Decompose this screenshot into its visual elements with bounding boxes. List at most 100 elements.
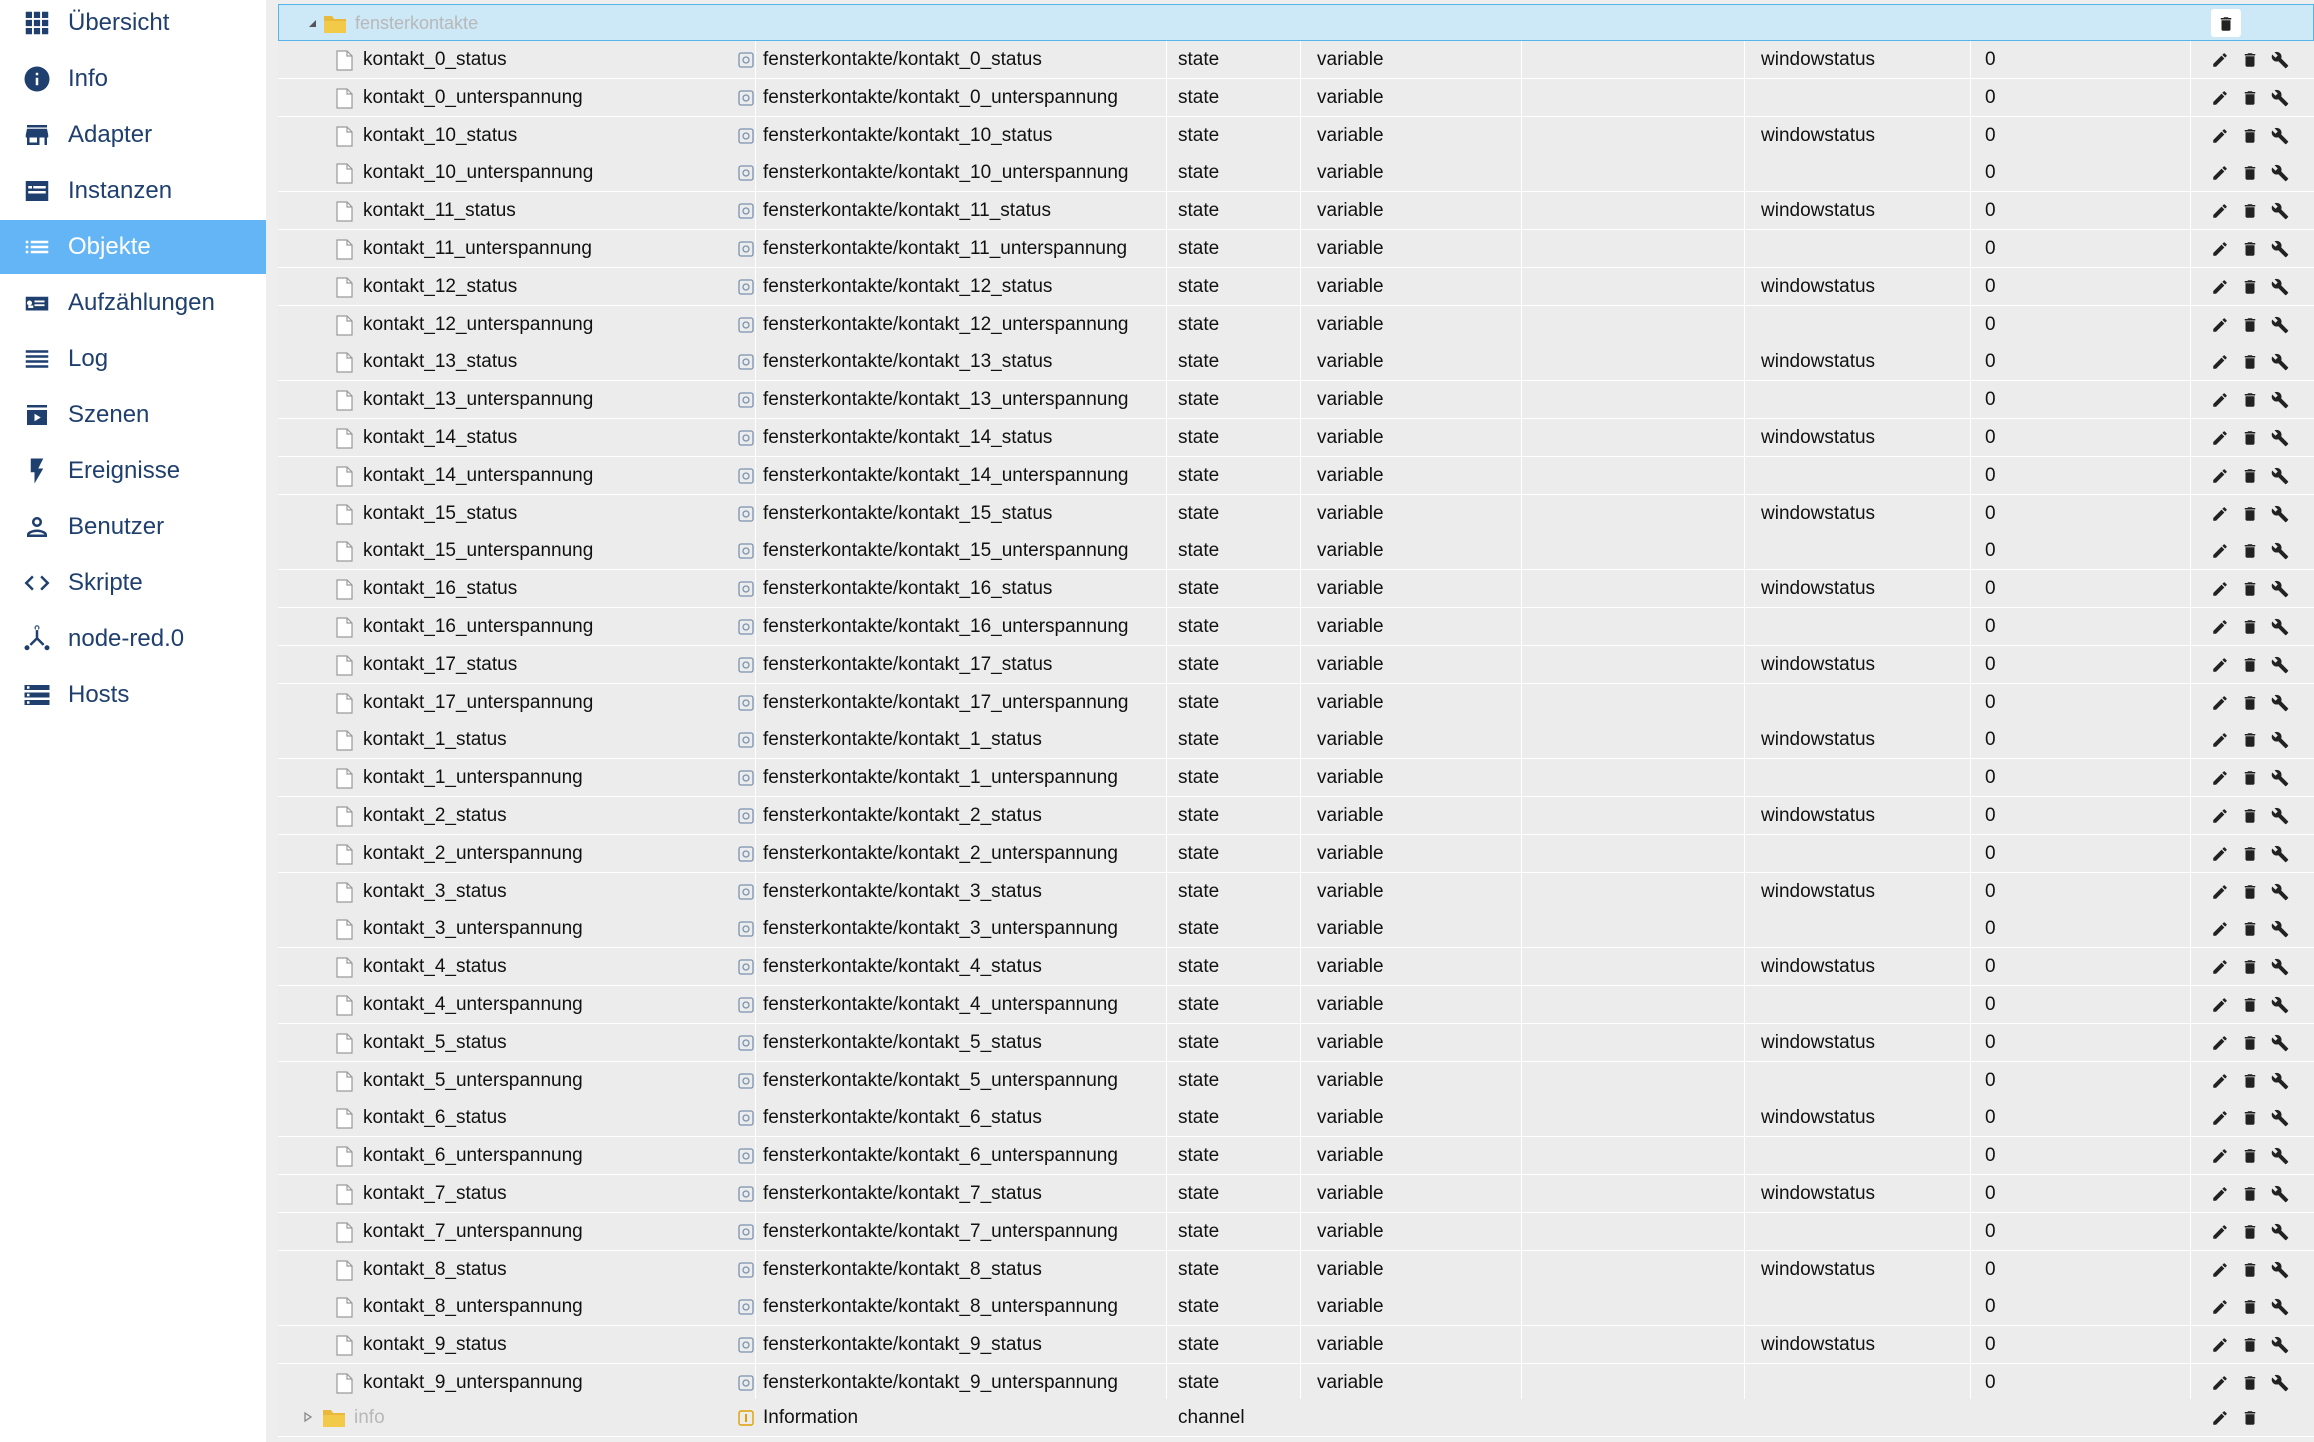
wrench-icon[interactable] <box>2270 1108 2290 1128</box>
state-row[interactable]: kontakt_16_unterspannung fensterkontakte/… <box>278 608 2314 646</box>
wrench-icon[interactable] <box>2270 919 2290 939</box>
wrench-icon[interactable] <box>2270 541 2290 561</box>
edit-icon[interactable] <box>2210 882 2230 902</box>
delete-icon[interactable] <box>2240 693 2260 713</box>
edit-icon[interactable] <box>2210 1373 2230 1393</box>
edit-icon[interactable] <box>2210 201 2230 221</box>
delete-icon[interactable] <box>2240 1222 2260 1242</box>
delete-icon[interactable] <box>2240 768 2260 788</box>
state-row[interactable]: kontakt_0_status fensterkontakte/kontakt_… <box>278 41 2314 79</box>
state-row[interactable]: kontakt_14_unterspannung fensterkontakte/… <box>278 456 2314 495</box>
edit-icon[interactable] <box>2210 277 2230 297</box>
wrench-icon[interactable] <box>2270 768 2290 788</box>
edit-icon[interactable] <box>2210 693 2230 713</box>
delete-icon[interactable] <box>2240 88 2260 108</box>
delete-icon[interactable] <box>2240 1297 2260 1317</box>
delete-icon[interactable] <box>2240 504 2260 524</box>
edit-icon[interactable] <box>2210 995 2230 1015</box>
wrench-icon[interactable] <box>2270 1297 2290 1317</box>
edit-icon[interactable] <box>2210 1222 2230 1242</box>
edit-icon[interactable] <box>2210 466 2230 486</box>
delete-icon[interactable] <box>2240 579 2260 599</box>
delete-icon[interactable] <box>2240 1033 2260 1053</box>
edit-icon[interactable] <box>2210 919 2230 939</box>
delete-icon[interactable] <box>2240 957 2260 977</box>
state-row[interactable]: kontakt_10_status fensterkontakte/kontakt… <box>278 116 2314 155</box>
wrench-icon[interactable] <box>2270 88 2290 108</box>
delete-icon[interactable] <box>2240 1408 2260 1428</box>
sidebar-item-instanzen[interactable]: Instanzen <box>0 164 266 218</box>
edit-icon[interactable] <box>2210 957 2230 977</box>
wrench-icon[interactable] <box>2270 1146 2290 1166</box>
edit-icon[interactable] <box>2210 163 2230 183</box>
edit-icon[interactable] <box>2210 1408 2230 1428</box>
edit-icon[interactable] <box>2210 88 2230 108</box>
wrench-icon[interactable] <box>2270 579 2290 599</box>
wrench-icon[interactable] <box>2270 239 2290 259</box>
edit-icon[interactable] <box>2210 50 2230 70</box>
sidebar-item-node-red-0[interactable]: node-red.0 <box>0 612 266 666</box>
delete-icon[interactable] <box>2240 655 2260 675</box>
state-row[interactable]: kontakt_4_status fensterkontakte/kontakt_… <box>278 948 2314 987</box>
delete-icon[interactable] <box>2240 1108 2260 1128</box>
edit-icon[interactable] <box>2210 844 2230 864</box>
state-row[interactable]: kontakt_5_unterspannung fensterkontakte/k… <box>278 1061 2314 1100</box>
edit-icon[interactable] <box>2210 1071 2230 1091</box>
delete-icon[interactable] <box>2240 882 2260 902</box>
wrench-icon[interactable] <box>2270 201 2290 221</box>
sidebar-item-aufz-hlungen[interactable]: Aufzählungen <box>0 276 266 330</box>
state-row[interactable]: kontakt_7_status fensterkontakte/kontakt_… <box>278 1175 2314 1213</box>
delete-icon[interactable] <box>2240 50 2260 70</box>
wrench-icon[interactable] <box>2270 1033 2290 1053</box>
state-row[interactable]: kontakt_17_status fensterkontakte/kontakt… <box>278 645 2314 684</box>
wrench-icon[interactable] <box>2270 1335 2290 1355</box>
state-row[interactable]: kontakt_5_status fensterkontakte/kontakt_… <box>278 1023 2314 1062</box>
delete-icon[interactable] <box>2240 315 2260 335</box>
delete-icon[interactable] <box>2240 1260 2260 1280</box>
wrench-icon[interactable] <box>2270 390 2290 410</box>
state-row[interactable]: kontakt_10_unterspannung fensterkontakte/… <box>278 154 2314 193</box>
edit-icon[interactable] <box>2210 655 2230 675</box>
wrench-icon[interactable] <box>2270 655 2290 675</box>
wrench-icon[interactable] <box>2270 466 2290 486</box>
edit-icon[interactable] <box>2210 1335 2230 1355</box>
state-row[interactable]: kontakt_12_unterspannung fensterkontakte/… <box>278 305 2314 344</box>
delete-icon[interactable] <box>2240 277 2260 297</box>
wrench-icon[interactable] <box>2270 957 2290 977</box>
delete-icon[interactable] <box>2240 239 2260 259</box>
edit-icon[interactable] <box>2210 239 2230 259</box>
edit-icon[interactable] <box>2210 1184 2230 1204</box>
state-row[interactable]: kontakt_8_unterspannung fensterkontakte/k… <box>278 1288 2314 1327</box>
delete-icon[interactable] <box>2240 466 2260 486</box>
wrench-icon[interactable] <box>2270 315 2290 335</box>
wrench-icon[interactable] <box>2270 126 2290 146</box>
sidebar-item-benutzer[interactable]: Benutzer <box>0 500 266 554</box>
edit-icon[interactable] <box>2210 352 2230 372</box>
state-row[interactable]: kontakt_9_unterspannung fensterkontakte/k… <box>278 1364 2314 1402</box>
wrench-icon[interactable] <box>2270 730 2290 750</box>
sidebar-item-szenen[interactable]: Szenen <box>0 388 266 442</box>
delete-icon[interactable] <box>2240 352 2260 372</box>
state-row[interactable]: kontakt_7_unterspannung fensterkontakte/k… <box>278 1212 2314 1251</box>
wrench-icon[interactable] <box>2270 163 2290 183</box>
edit-icon[interactable] <box>2210 541 2230 561</box>
state-row[interactable]: kontakt_9_status fensterkontakte/kontakt_… <box>278 1326 2314 1365</box>
delete-icon[interactable] <box>2240 844 2260 864</box>
delete-icon[interactable] <box>2240 1335 2260 1355</box>
edit-icon[interactable] <box>2210 428 2230 448</box>
edit-icon[interactable] <box>2210 1146 2230 1166</box>
edit-icon[interactable] <box>2210 126 2230 146</box>
wrench-icon[interactable] <box>2270 1222 2290 1242</box>
delete-icon[interactable] <box>2240 201 2260 221</box>
state-row[interactable]: kontakt_17_unterspannung fensterkontakte/… <box>278 683 2314 722</box>
edit-icon[interactable] <box>2210 768 2230 788</box>
delete-icon[interactable] <box>2240 541 2260 561</box>
delete-icon[interactable] <box>2240 1146 2260 1166</box>
delete-icon[interactable] <box>2240 390 2260 410</box>
wrench-icon[interactable] <box>2270 882 2290 902</box>
wrench-icon[interactable] <box>2270 1373 2290 1393</box>
delete-icon[interactable] <box>2240 163 2260 183</box>
edit-icon[interactable] <box>2210 1108 2230 1128</box>
edit-icon[interactable] <box>2210 730 2230 750</box>
wrench-icon[interactable] <box>2270 504 2290 524</box>
